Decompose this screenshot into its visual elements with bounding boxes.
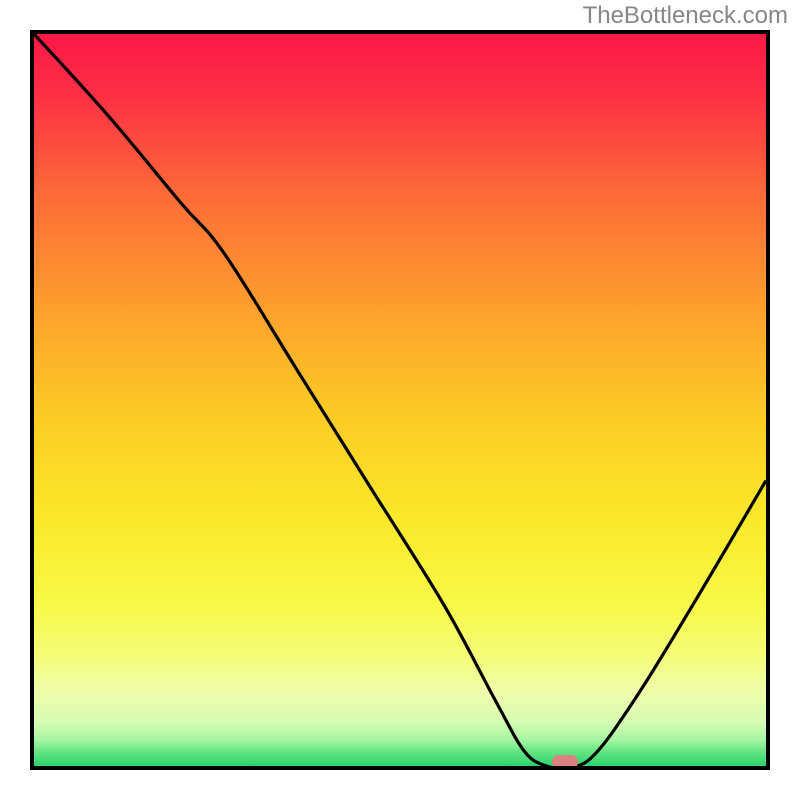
bottleneck-curve: [34, 34, 766, 766]
optimal-point-marker: [552, 755, 578, 769]
watermark-text: TheBottleneck.com: [583, 2, 788, 30]
chart-container: TheBottleneck.com: [0, 0, 800, 800]
plot-frame: [30, 30, 770, 770]
